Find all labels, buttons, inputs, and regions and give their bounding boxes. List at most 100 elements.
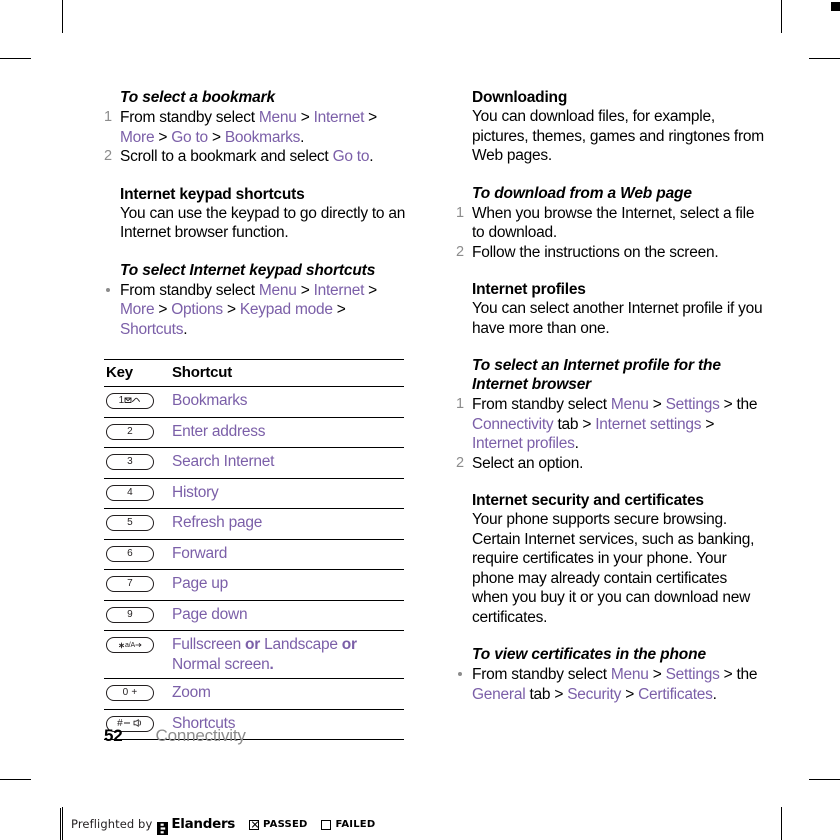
shortcut-text: Fullscreen or Landscape or Normal screen… — [172, 636, 357, 673]
step-number: 1 — [104, 109, 112, 125]
left-column: To select a bookmark 1 From standby sele… — [104, 88, 412, 740]
key-0-plus-icon: 0 + — [106, 685, 154, 701]
heading-to-select-a-bookmark: To select a bookmark — [120, 89, 275, 106]
paragraph-internet-profiles: You can select another Internet profile … — [472, 300, 763, 337]
heading-internet-profiles: Internet profiles — [472, 281, 586, 298]
failed-label: FAILED — [335, 818, 376, 830]
paragraph-keypad-shortcuts: You can use the keypad to go directly to… — [120, 204, 406, 242]
step-item: From standby select Menu > Internet > Mo… — [104, 281, 412, 340]
step-text: From standby select Menu > Internet > Mo… — [120, 109, 377, 146]
step-item: 1 When you browse the Internet, select a… — [456, 204, 764, 243]
table-header: Key Shortcut — [104, 359, 404, 387]
passed-checkbox[interactable] — [249, 820, 260, 830]
step-number: 2 — [104, 148, 112, 164]
step-text: When you browse the Internet, select a f… — [472, 204, 755, 242]
step-item: 1 From standby select Menu > Internet > … — [104, 108, 412, 147]
manual-page: To select a bookmark 1 From standby sele… — [0, 0, 840, 840]
shortcut-cell: Zoom — [168, 678, 404, 710]
key-3-icon: 3 — [106, 454, 154, 470]
elanders-logo-icon — [157, 820, 169, 835]
step-item: From standby select Menu > Settings > th… — [456, 665, 764, 704]
right-column: Downloading You can download files, for … — [456, 88, 764, 740]
table-row: 2 Enter address — [104, 417, 404, 448]
step-item: 2 Follow the instructions on the screen. — [456, 243, 764, 263]
key-star-a-A-icon: a/A — [106, 637, 154, 653]
key-cell: a/A — [104, 630, 168, 679]
bullet-icon — [458, 672, 462, 676]
elanders-brand-name: Elanders — [171, 816, 236, 832]
heading-to-select-internet-keypad-shortcuts: To select Internet keypad shortcuts — [120, 261, 376, 279]
key-1-voicemail-envelope-icon: 1 — [106, 393, 154, 409]
step-text: Select an option. — [472, 454, 584, 472]
keypad-shortcut-table: Key Shortcut 1 Bookmarks 2 Enter address… — [104, 359, 404, 740]
key-7-icon: 7 — [106, 576, 154, 592]
key-2-icon: 2 — [106, 423, 154, 440]
step-text: From standby select Menu > Settings > th… — [472, 396, 758, 452]
paragraph-downloading: You can download files, for example, pic… — [472, 108, 764, 164]
failed-checkbox[interactable] — [321, 820, 332, 830]
bullet-icon — [106, 287, 110, 292]
key-6-icon: 6 — [106, 545, 154, 562]
key-cell: 5 — [104, 508, 168, 540]
heading-internet-keypad-shortcuts: Internet keypad shortcuts — [120, 185, 305, 203]
key-cell: 1 — [104, 386, 168, 418]
step-text: From standby select Menu > Internet > Mo… — [120, 281, 377, 338]
table-row: 1 Bookmarks — [104, 386, 404, 418]
key-4-icon: 4 — [106, 484, 154, 501]
table-row: a/A Fullscreen or Landscape or Normal sc… — [104, 630, 404, 679]
table-row: 7 Page up — [104, 569, 404, 601]
shortcut-cell: Forward — [168, 539, 404, 570]
chapter-name: Connectivity — [155, 726, 246, 745]
key-cell: 9 — [104, 600, 168, 631]
key-9-icon: 9 — [106, 606, 154, 623]
shortcut-cell: Page down — [168, 600, 404, 631]
table-row: 9 Page down — [104, 600, 404, 631]
step-number: 1 — [456, 204, 464, 221]
shortcut-cell: Enter address — [168, 417, 404, 448]
key-5-icon: 5 — [106, 515, 154, 531]
key-cell: 0 + — [104, 678, 168, 710]
step-number: 2 — [456, 454, 464, 471]
key-cell: 7 — [104, 569, 168, 601]
heading-to-select-an-internet-profile: To select an Internet profile for the In… — [472, 357, 721, 393]
column-header-key: Key — [104, 359, 168, 387]
step-number: 2 — [456, 243, 464, 260]
shortcut-cell: Search Internet — [168, 447, 404, 479]
paragraph-security: Your phone supports secure browsing. Cer… — [472, 511, 755, 626]
table-row: 3 Search Internet — [104, 447, 404, 479]
page-number: 52 — [104, 726, 123, 745]
heading-downloading: Downloading — [472, 89, 568, 106]
shortcut-cell: History — [168, 478, 404, 509]
two-column-body: To select a bookmark 1 From standby sele… — [104, 88, 764, 740]
passed-label: PASSED — [263, 818, 308, 830]
heading-internet-security-and-certificates: Internet security and certificates — [472, 492, 704, 509]
key-cell: 4 — [104, 478, 168, 509]
shortcut-cell: Refresh page — [168, 508, 404, 540]
table-row: 5 Refresh page — [104, 508, 404, 540]
shortcut-cell: Fullscreen or Landscape or Normal screen… — [168, 630, 404, 679]
step-item: 2 Scroll to a bookmark and select Go to. — [104, 147, 412, 167]
step-text: Follow the instructions on the screen. — [472, 243, 719, 261]
key-cell: 3 — [104, 447, 168, 479]
key-cell: 6 — [104, 539, 168, 570]
heading-to-view-certificates: To view certificates in the phone — [472, 646, 706, 663]
preflight-bar: Preflighted by Elanders PASSED FAILED — [60, 808, 375, 840]
table-row: 0 + Zoom — [104, 678, 404, 710]
preflight-label: Preflighted by — [71, 817, 153, 831]
table-body: 1 Bookmarks 2 Enter address 3 Search Int… — [104, 386, 404, 740]
page-footer: 52 Connectivity — [104, 726, 246, 746]
heading-to-download-from-a-web-page: To download from a Web page — [472, 184, 692, 202]
step-text: Scroll to a bookmark and select Go to. — [120, 148, 374, 165]
shortcut-cell: Bookmarks — [168, 386, 404, 418]
table-row: 6 Forward — [104, 539, 404, 570]
step-item: 1 From standby select Menu > Settings > … — [456, 395, 764, 454]
column-header-shortcut: Shortcut — [168, 359, 404, 387]
step-number: 1 — [456, 396, 464, 412]
